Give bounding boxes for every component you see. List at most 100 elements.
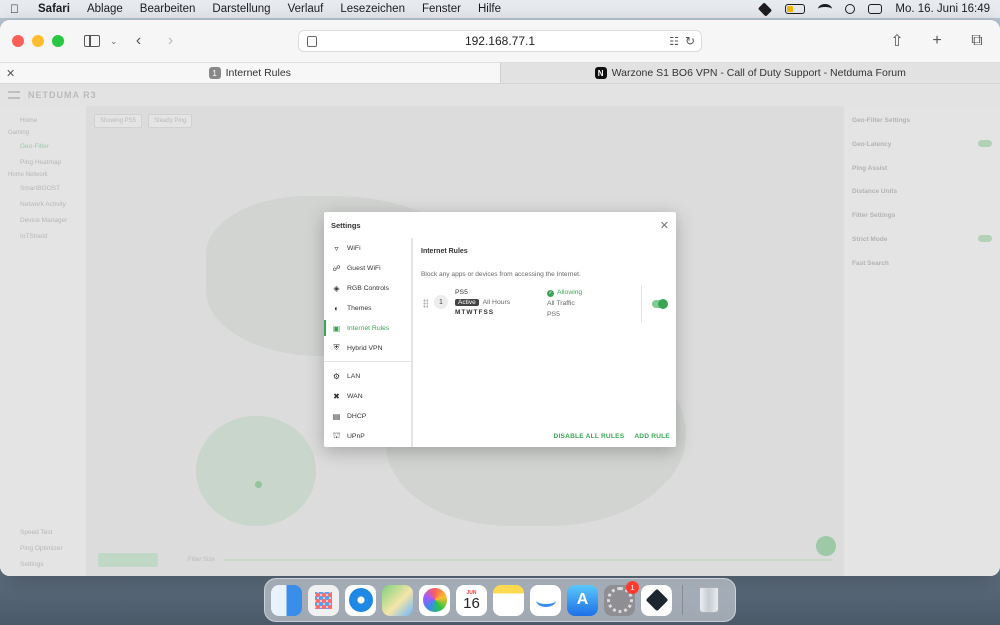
menu-clock[interactable]: Mo. 16. Juni 16:49 bbox=[895, 3, 990, 15]
nav-item-dhcp[interactable]: ▤ DHCP bbox=[324, 406, 411, 426]
dialog-header: Settings ✕ bbox=[324, 212, 676, 238]
rule-details: PS5 Active All Hours MTWTFSS bbox=[455, 288, 510, 317]
nav-item-hybrid-vpn[interactable]: ⛨ Hybrid VPN bbox=[324, 338, 411, 358]
nav-item-wifi[interactable]: ▿ WiFi bbox=[324, 238, 411, 258]
freeform-icon[interactable] bbox=[530, 584, 561, 616]
finder-icon[interactable] bbox=[271, 584, 302, 616]
drag-handle-icon[interactable] bbox=[423, 299, 428, 308]
tab-favicon: 1 bbox=[208, 67, 221, 79]
nav-item-internet-rules[interactable]: ▣ Internet Rules bbox=[324, 318, 411, 338]
lan-icon: ⚙ bbox=[332, 371, 341, 381]
rule-target-info: ✓ Allowing All Traffic PS5 bbox=[547, 288, 582, 321]
menu-darstellung[interactable]: Darstellung bbox=[212, 3, 270, 15]
zoom-window-button[interactable] bbox=[52, 35, 64, 47]
tab-overview-icon[interactable]: ⧉ bbox=[966, 32, 988, 50]
nav-item-guest-wifi[interactable]: ☍ Guest WiFi bbox=[324, 258, 411, 278]
close-tab-icon[interactable]: ✕ bbox=[6, 67, 15, 80]
shield-icon: ⛨ bbox=[333, 343, 340, 352]
upnp-icon: ⛫ bbox=[332, 431, 341, 440]
launchpad-icon[interactable] bbox=[308, 584, 339, 616]
dialog-actions: DISABLE ALL RULES ADD RULE bbox=[554, 433, 670, 440]
rule-enable-toggle[interactable] bbox=[652, 299, 668, 309]
menu-fenster[interactable]: Fenster bbox=[422, 3, 461, 15]
translate-icon[interactable]: ☷ bbox=[669, 35, 679, 48]
nav-item-upnp[interactable]: ⛫ UPnP bbox=[324, 426, 411, 446]
tab-netduma-forum[interactable]: N Warzone S1 BO6 VPN - Call of Duty Supp… bbox=[499, 63, 1000, 83]
apple-menu-icon[interactable]:  bbox=[10, 2, 24, 16]
palette-icon: ◐ bbox=[334, 303, 339, 313]
calendar-icon[interactable]: JUN 16 bbox=[456, 584, 487, 616]
notes-icon[interactable] bbox=[493, 584, 524, 616]
internet-rules-panel: Internet Rules Block any apps or devices… bbox=[415, 238, 676, 447]
nav-label: UPnP bbox=[347, 432, 365, 440]
forward-button[interactable]: › bbox=[160, 32, 182, 50]
photos-icon[interactable] bbox=[419, 584, 450, 616]
address-text: 192.168.77.1 bbox=[464, 34, 536, 48]
battery-icon[interactable] bbox=[785, 4, 806, 14]
guest-wifi-icon: ☍ bbox=[332, 263, 341, 273]
nav-item-wan[interactable]: ✖ WAN bbox=[324, 386, 411, 406]
nav-label: WAN bbox=[347, 392, 363, 400]
tab-internet-rules[interactable]: ✕ 1 Internet Rules bbox=[0, 63, 500, 83]
add-rule-button[interactable]: ADD RULE bbox=[634, 433, 670, 440]
control-center-icon[interactable] bbox=[868, 4, 883, 14]
tab-favicon: N bbox=[594, 67, 607, 79]
nav-label: LAN bbox=[347, 372, 361, 380]
rule-row[interactable]: 1 PS5 Active All Hours MTWTFSS ✓ Allowin… bbox=[421, 285, 670, 323]
tab-title: Warzone S1 BO6 VPN - Call of Duty Suppor… bbox=[611, 67, 906, 79]
dock: JUN 16 A 1 bbox=[264, 578, 736, 622]
page-settings-icon[interactable] bbox=[307, 36, 317, 47]
rule-device: PS5 bbox=[455, 289, 468, 296]
browser-toolbar: ⌄ ‹ › 192.168.77.1 ☷ ↻ ⇧ + ⧉ bbox=[0, 20, 1000, 62]
back-button[interactable]: ‹ bbox=[128, 32, 150, 50]
menu-ablage[interactable]: Ablage bbox=[87, 3, 123, 15]
menu-verlauf[interactable]: Verlauf bbox=[288, 3, 324, 15]
close-dialog-icon[interactable]: ✕ bbox=[660, 219, 669, 232]
menu-lesezeichen[interactable]: Lesezeichen bbox=[340, 3, 405, 15]
rule-days: MTWTFSS bbox=[455, 308, 495, 316]
menu-app-name[interactable]: Safari bbox=[38, 3, 70, 15]
rule-action-label: Allowing bbox=[557, 289, 583, 296]
maps-icon[interactable] bbox=[382, 584, 413, 616]
panel-title: Internet Rules bbox=[421, 248, 468, 255]
disable-all-rules-button[interactable]: DISABLE ALL RULES bbox=[554, 433, 625, 440]
wan-icon: ✖ bbox=[333, 391, 340, 401]
menu-hilfe[interactable]: Hilfe bbox=[478, 3, 501, 15]
settings-nav: ▿ WiFi ☍ Guest WiFi ◈ RGB Controls ◐ The… bbox=[324, 238, 413, 447]
nav-label: WiFi bbox=[347, 244, 361, 252]
rule-traffic: All Traffic bbox=[547, 299, 575, 307]
calendar-day: 16 bbox=[463, 594, 480, 612]
nav-label: Internet Rules bbox=[347, 324, 390, 332]
rule-action: ✓ Allowing bbox=[547, 288, 582, 299]
menu-bearbeiten[interactable]: Bearbeiten bbox=[140, 3, 196, 15]
system-settings-icon[interactable]: 1 bbox=[604, 580, 639, 616]
nav-item-themes[interactable]: ◐ Themes bbox=[324, 298, 411, 318]
nav-divider bbox=[324, 361, 411, 362]
rule-number: 1 bbox=[434, 295, 448, 309]
wifi-status-icon[interactable] bbox=[818, 4, 833, 14]
nav-label: DHCP bbox=[347, 412, 367, 420]
safari-icon[interactable] bbox=[345, 584, 376, 616]
address-bar[interactable]: 192.168.77.1 ☷ ↻ bbox=[298, 30, 702, 52]
toolbar-right-group: ⇧ + ⧉ bbox=[886, 31, 988, 51]
trash-icon[interactable] bbox=[693, 585, 724, 616]
new-tab-icon[interactable]: + bbox=[926, 32, 948, 50]
rule-target: PS5 bbox=[547, 310, 560, 318]
tab-bar: ✕ 1 Internet Rules N Warzone S1 BO6 VPN … bbox=[0, 62, 1000, 84]
netduma-menu-icon[interactable] bbox=[758, 1, 773, 17]
sidebar-toggle-icon[interactable] bbox=[84, 35, 100, 47]
nav-item-rgb-controls[interactable]: ◈ RGB Controls bbox=[324, 278, 411, 298]
dialog-title: Settings bbox=[331, 220, 361, 230]
nav-item-lan[interactable]: ⚙ LAN bbox=[324, 366, 411, 386]
app-store-icon[interactable]: A bbox=[567, 584, 598, 616]
tab-title: Internet Rules bbox=[225, 67, 291, 79]
chevron-down-icon[interactable]: ⌄ bbox=[110, 36, 118, 47]
reload-icon[interactable]: ↻ bbox=[685, 34, 695, 48]
minimize-window-button[interactable] bbox=[32, 35, 44, 47]
close-window-button[interactable] bbox=[12, 35, 24, 47]
netduma-app-icon[interactable] bbox=[641, 584, 672, 616]
settings-dialog: Settings ✕ ▿ WiFi ☍ Guest WiFi ◈ RGB Con… bbox=[324, 212, 676, 447]
share-icon[interactable]: ⇧ bbox=[886, 31, 908, 51]
rules-icon: ▣ bbox=[332, 323, 341, 333]
spotlight-search-icon[interactable] bbox=[845, 4, 856, 14]
